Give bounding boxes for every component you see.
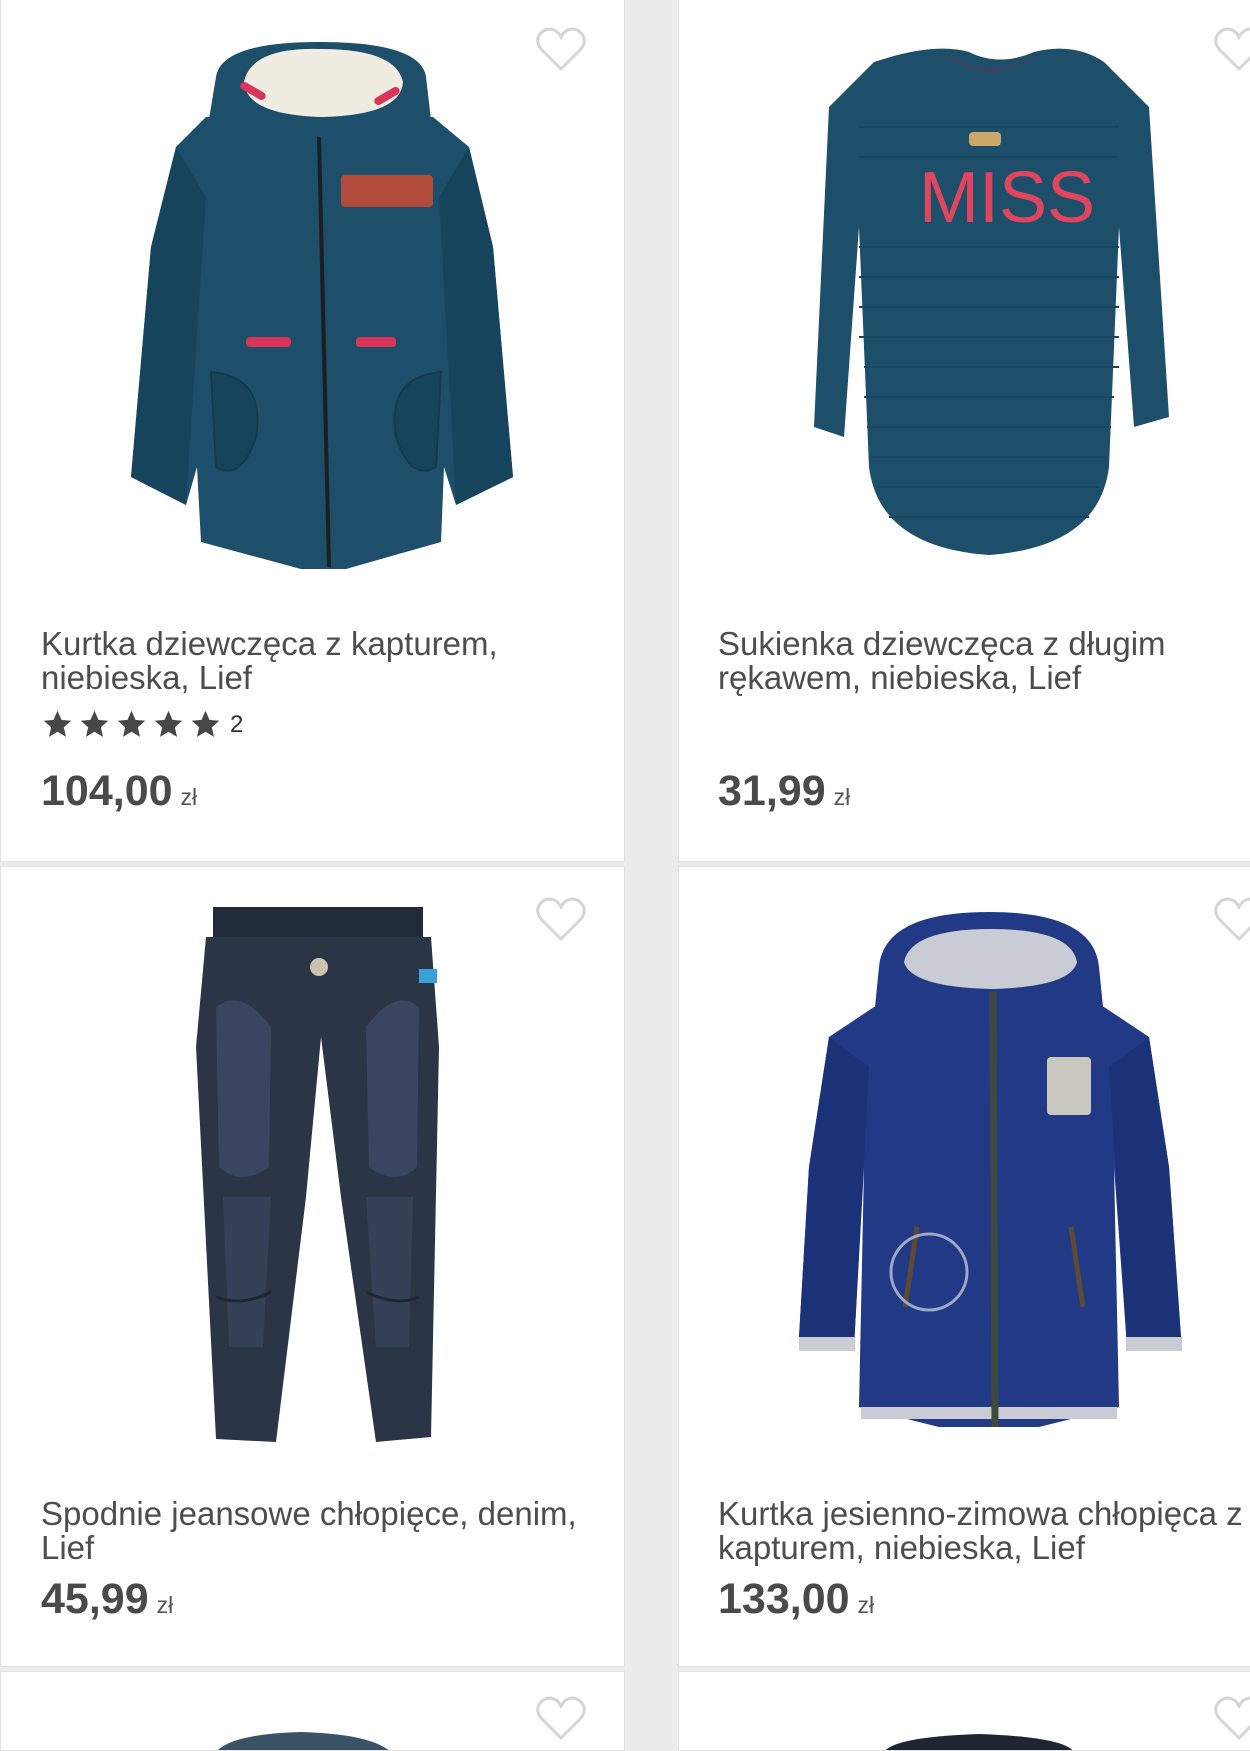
product-title[interactable]: Kurtka dziewczęca z kapturem, niebieska,… — [41, 627, 594, 695]
product-title[interactable]: Sukienka dziewczęca z długim rękawem, ni… — [718, 627, 1247, 695]
product-card[interactable]: Kurtka dziewczęca z kapturem, niebieska,… — [0, 0, 625, 862]
heart-icon[interactable] — [535, 895, 587, 943]
heart-icon[interactable] — [1213, 895, 1250, 943]
star-icon — [80, 710, 109, 737]
price-currency: zł — [156, 1592, 174, 1618]
product-image[interactable] — [1, 867, 625, 1447]
heart-icon[interactable] — [1213, 25, 1250, 73]
product-price: 133,00 zł — [718, 1575, 874, 1624]
product-image[interactable] — [679, 867, 1250, 1447]
price-value: 133,00 — [718, 1575, 850, 1623]
price-value: 31,99 — [718, 767, 826, 815]
price-value: 45,99 — [41, 1575, 149, 1623]
product-image[interactable] — [1, 0, 625, 597]
price-currency: zł — [833, 784, 851, 810]
star-icon — [43, 710, 72, 737]
product-price: 104,00 zł — [41, 767, 197, 816]
product-card[interactable] — [678, 1671, 1250, 1751]
product-card[interactable]: Kurtka jesienno-zimowa chłopięca z kaptu… — [678, 866, 1250, 1667]
product-image[interactable]: MISS — [679, 0, 1250, 597]
rating-count: 2 — [230, 710, 244, 738]
star-icon — [117, 710, 146, 737]
product-title[interactable]: Spodnie jeansowe chłopięce, denim, Lief — [41, 1497, 594, 1565]
product-image[interactable] — [679, 1712, 1250, 1751]
star-icon — [191, 710, 220, 737]
product-title[interactable]: Kurtka jesienno-zimowa chłopięca z kaptu… — [718, 1497, 1247, 1565]
product-price: 45,99 zł — [41, 1575, 173, 1624]
product-image[interactable] — [1, 1712, 625, 1751]
price-currency: zł — [857, 1592, 875, 1618]
product-price: 31,99 zł — [718, 767, 850, 816]
price-currency: zł — [180, 784, 198, 810]
heart-icon[interactable] — [535, 25, 587, 73]
product-card[interactable]: MISS Sukienka dziewczęca z długim rękawe… — [678, 0, 1250, 862]
price-value: 104,00 — [41, 767, 173, 815]
product-card[interactable]: Spodnie jeansowe chłopięce, denim, Lief … — [0, 866, 625, 1667]
rating-stars: 2 — [41, 708, 243, 741]
product-grid: Kurtka dziewczęca z kapturem, niebieska,… — [0, 0, 1250, 1751]
product-card[interactable] — [0, 1671, 625, 1751]
star-icon — [154, 710, 183, 737]
dress-print-text: MISS — [919, 158, 1095, 238]
